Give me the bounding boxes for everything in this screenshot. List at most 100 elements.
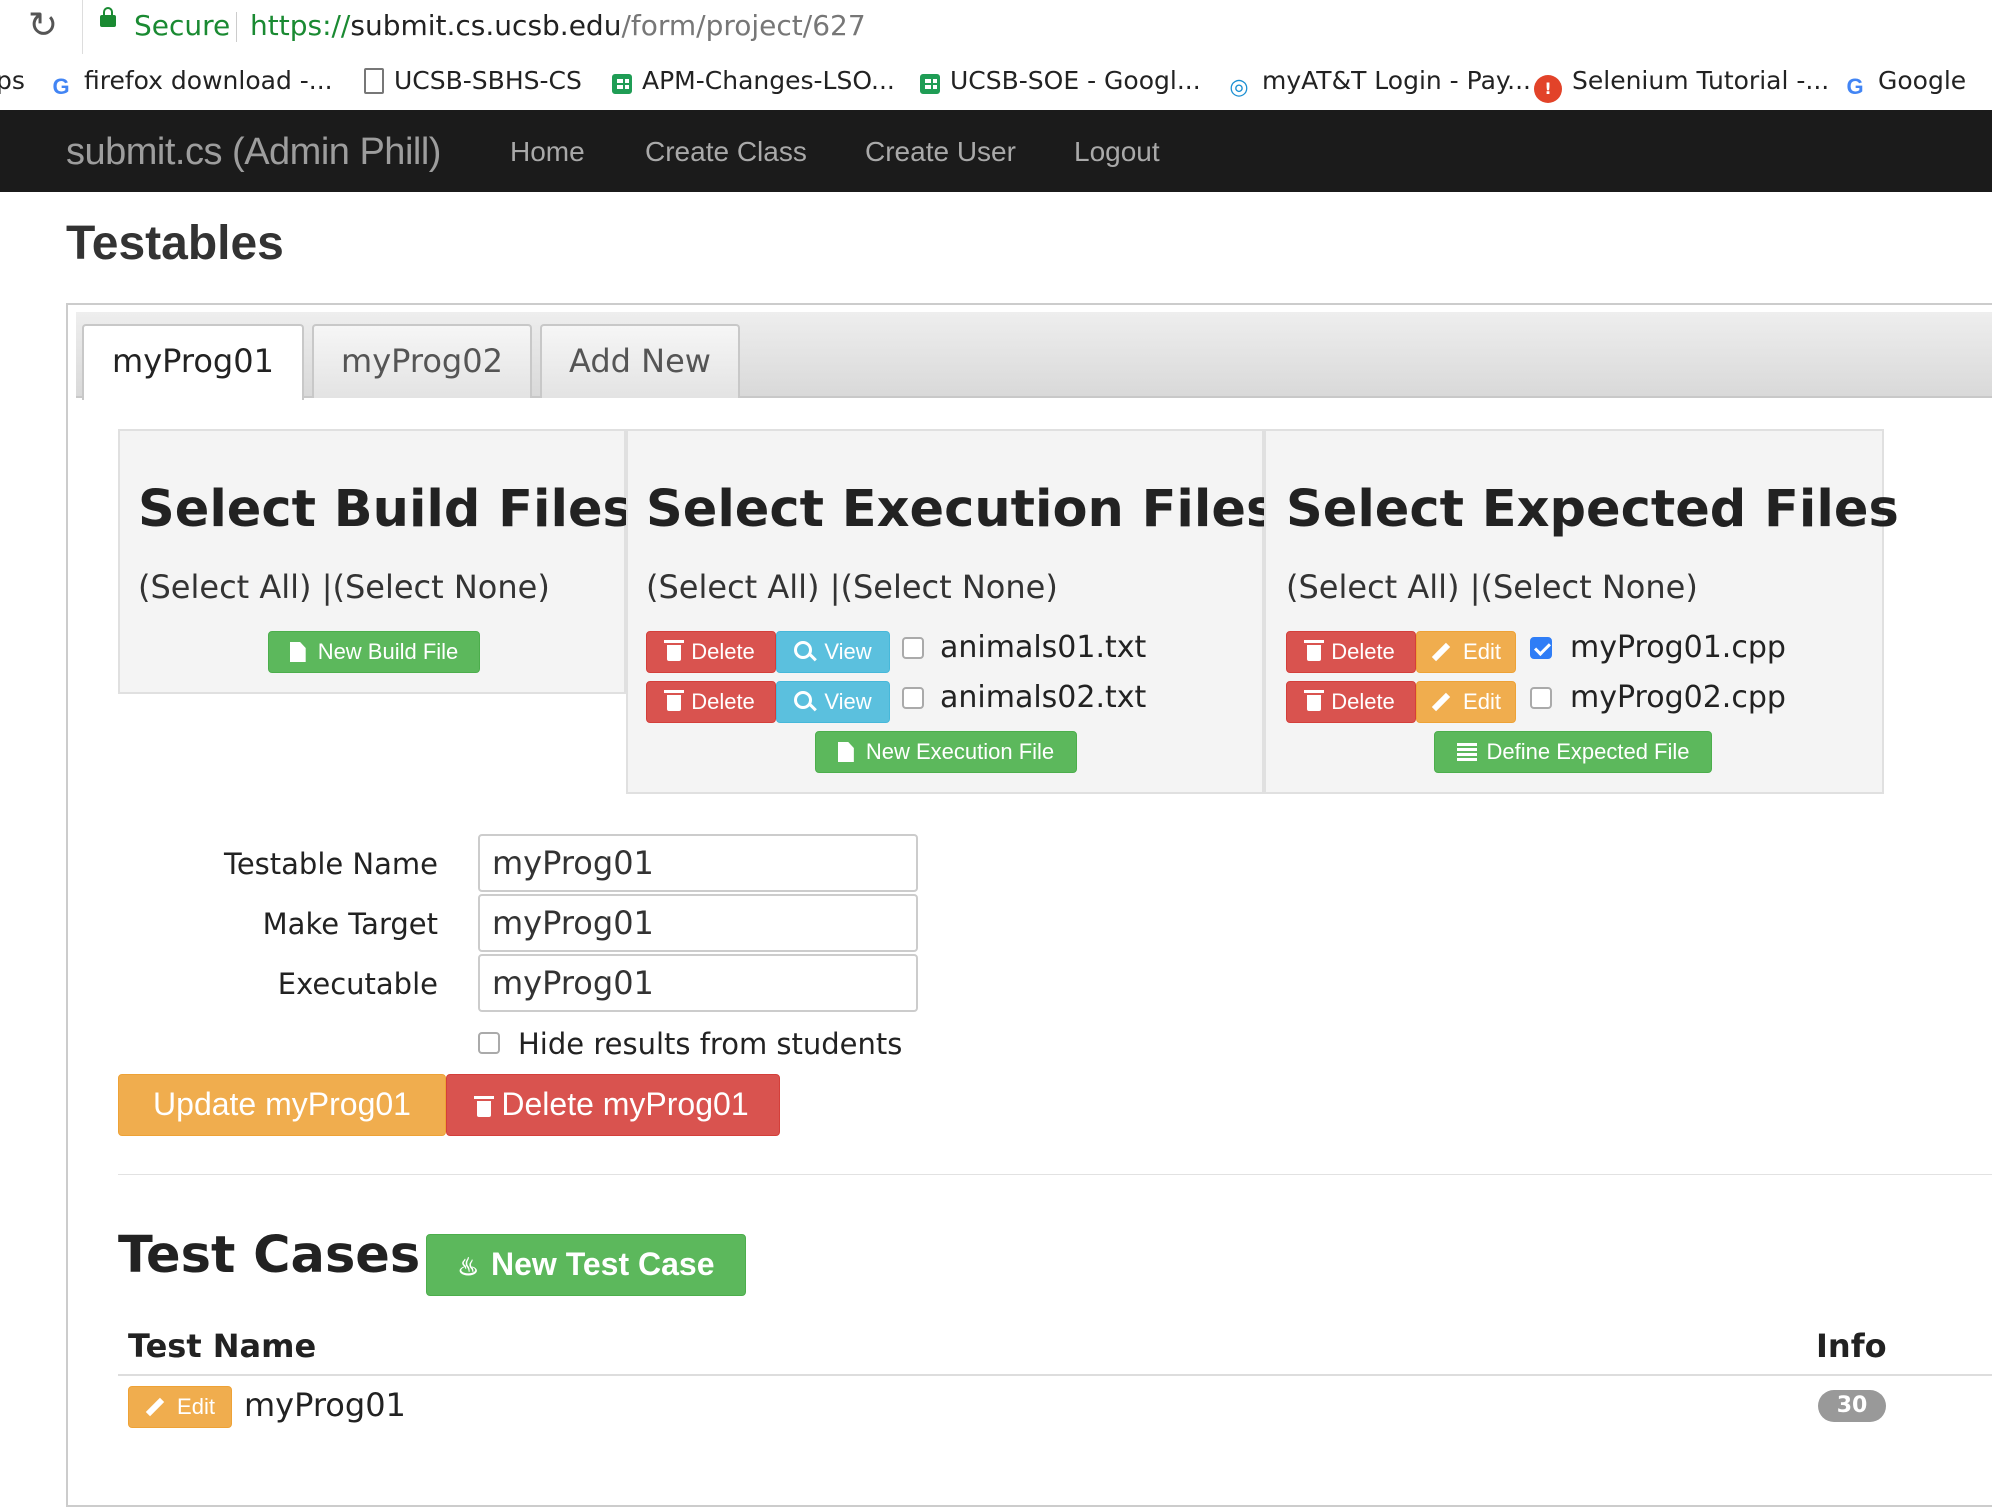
- expected-file-checkbox[interactable]: [1530, 687, 1552, 709]
- test-case-info-badge: 30: [1818, 1390, 1886, 1422]
- edit-test-case-button[interactable]: Edit: [128, 1386, 232, 1428]
- make-target-input[interactable]: [478, 894, 918, 952]
- edit-expected-file-button[interactable]: Edit: [1416, 681, 1516, 723]
- tab-add-new[interactable]: Add New: [540, 324, 740, 398]
- bookmark-label: myAT&T Login - Pay...: [1262, 66, 1531, 95]
- hide-results-checkbox[interactable]: [478, 1032, 500, 1054]
- column-header-test-name: Test Name: [128, 1327, 317, 1365]
- trash-icon: [1304, 690, 1325, 711]
- nav-create-class[interactable]: Create Class: [645, 134, 807, 170]
- execution-file-name: animals01.txt: [940, 630, 1147, 665]
- bookmark-label: Google: [1878, 66, 1967, 95]
- expected-file-name: myProg02.cpp: [1570, 680, 1786, 715]
- execution-file-checkbox[interactable]: [902, 687, 924, 709]
- expected-select-all-none[interactable]: (Select All) |(Select None): [1286, 567, 1698, 607]
- bookmark-firefox-download[interactable]: Gfirefox download -...: [48, 64, 332, 99]
- expected-files-title: Select Expected Files: [1286, 480, 1899, 539]
- new-execution-file-label: New Execution File: [865, 739, 1055, 764]
- bookmark-apm-changes[interactable]: APM-Changes-LSO...: [612, 64, 895, 98]
- build-files-box: Select Build Files (Select All) |(Select…: [118, 429, 633, 694]
- trash-icon: [1304, 640, 1325, 661]
- bookmark-ucsb-sbhs-cs[interactable]: UCSB-SBHS-CS: [358, 64, 582, 98]
- expected-file-checkbox[interactable]: [1530, 637, 1552, 659]
- test-cases-title: Test Cases: [118, 1226, 421, 1285]
- edit-label: Edit: [177, 1394, 215, 1419]
- search-icon: [794, 641, 813, 659]
- new-build-file-button[interactable]: New Build File: [268, 631, 480, 673]
- delete-testable-button[interactable]: Delete myProg01: [446, 1074, 780, 1136]
- reload-icon[interactable]: ↻: [28, 6, 58, 46]
- search-icon: [794, 691, 813, 709]
- bookmark-selenium[interactable]: ! Selenium Tutorial -...: [1534, 64, 1829, 103]
- execution-files-box: Select Execution Files (Select All) |(Se…: [626, 429, 1276, 794]
- bookmark-ucsb-soe[interactable]: UCSB-SOE - Googl...: [920, 64, 1201, 98]
- list-icon: [1456, 743, 1477, 761]
- bookmark-apps[interactable]: ps: [0, 64, 25, 98]
- brand-link[interactable]: submit.cs (Admin Phill): [66, 130, 441, 174]
- page-title: Testables: [66, 217, 284, 270]
- table-header-rule: [118, 1374, 1992, 1376]
- address-divider: [236, 12, 237, 42]
- pencil-icon: [1431, 692, 1451, 712]
- testable-name-input[interactable]: [478, 834, 918, 892]
- bookmark-label: APM-Changes-LSO...: [642, 66, 895, 95]
- define-expected-file-button[interactable]: Define Expected File: [1434, 731, 1712, 773]
- update-testable-button[interactable]: Update myProg01: [118, 1074, 446, 1136]
- build-select-all-none[interactable]: (Select All) |(Select None): [138, 567, 550, 607]
- new-build-file-label: New Build File: [317, 639, 459, 664]
- view-execution-file-button[interactable]: View: [776, 681, 890, 723]
- file-icon: [289, 642, 306, 662]
- toolbar-divider: [82, 0, 83, 54]
- url-protocol: https://: [250, 9, 351, 42]
- delete-execution-file-button[interactable]: Delete: [646, 681, 776, 723]
- file-icon: [837, 742, 854, 762]
- trash-icon: [474, 1096, 495, 1117]
- page-icon: [364, 68, 384, 94]
- execution-select-all-none[interactable]: (Select All) |(Select None): [646, 567, 1058, 607]
- pencil-icon: [1431, 642, 1451, 662]
- bookmark-label: UCSB-SBHS-CS: [394, 66, 582, 95]
- edit-expected-file-button[interactable]: Edit: [1416, 631, 1516, 673]
- pencil-icon: [145, 1397, 165, 1417]
- edit-label: Edit: [1463, 639, 1501, 664]
- delete-expected-file-button[interactable]: Delete: [1286, 631, 1416, 673]
- bookmarks-bar: ps Gfirefox download -... UCSB-SBHS-CS A…: [0, 54, 1992, 111]
- new-test-case-button[interactable]: ♨ New Test Case: [426, 1234, 746, 1296]
- url-field[interactable]: https://submit.cs.ucsb.edu/form/project/…: [250, 8, 866, 44]
- execution-file-checkbox[interactable]: [902, 637, 924, 659]
- tab-myprog02[interactable]: myProg02: [312, 324, 532, 398]
- nav-logout[interactable]: Logout: [1074, 134, 1160, 170]
- view-execution-file-button[interactable]: View: [776, 631, 890, 673]
- delete-label: Delete: [1331, 639, 1395, 664]
- browser-address-bar: ↻ Secure https://submit.cs.ucsb.edu/form…: [0, 0, 1992, 55]
- trash-icon: [664, 640, 685, 661]
- test-case-name: myProg01: [244, 1386, 406, 1424]
- fire-icon: ♨: [457, 1254, 479, 1281]
- bookmark-myatt[interactable]: ◎ myAT&T Login - Pay...: [1226, 64, 1531, 100]
- delete-execution-file-button[interactable]: Delete: [646, 631, 776, 673]
- url-path: /form/project/627: [621, 9, 866, 42]
- make-target-label: Make Target: [262, 907, 438, 941]
- bookmark-google[interactable]: G Google: [1842, 64, 1967, 99]
- execution-files-title: Select Execution Files: [646, 480, 1277, 539]
- delete-label: Delete: [691, 689, 755, 714]
- tab-myprog01[interactable]: myProg01: [82, 324, 304, 400]
- nav-create-user[interactable]: Create User: [865, 134, 1016, 170]
- google-icon: G: [1846, 74, 1864, 99]
- hide-results-label: Hide results from students: [518, 1027, 903, 1061]
- new-execution-file-button[interactable]: New Execution File: [815, 731, 1077, 773]
- column-header-info: Info: [1816, 1327, 1887, 1365]
- selenium-icon: !: [1534, 75, 1562, 103]
- expected-files-box: Select Expected Files (Select All) |(Sel…: [1264, 429, 1899, 794]
- bookmark-label: UCSB-SOE - Googl...: [950, 66, 1201, 95]
- nav-home[interactable]: Home: [510, 134, 585, 170]
- trash-icon: [664, 690, 685, 711]
- expected-file-name: myProg01.cpp: [1570, 630, 1786, 665]
- testable-tabs: myProg01 myProg02 Add New: [76, 312, 1992, 400]
- section-divider: [118, 1174, 1992, 1175]
- delete-expected-file-button[interactable]: Delete: [1286, 681, 1416, 723]
- view-label: View: [824, 639, 872, 664]
- sheets-icon: [920, 74, 940, 94]
- executable-input[interactable]: [478, 954, 918, 1012]
- app-navbar: submit.cs (Admin Phill) Home Create Clas…: [0, 110, 1992, 192]
